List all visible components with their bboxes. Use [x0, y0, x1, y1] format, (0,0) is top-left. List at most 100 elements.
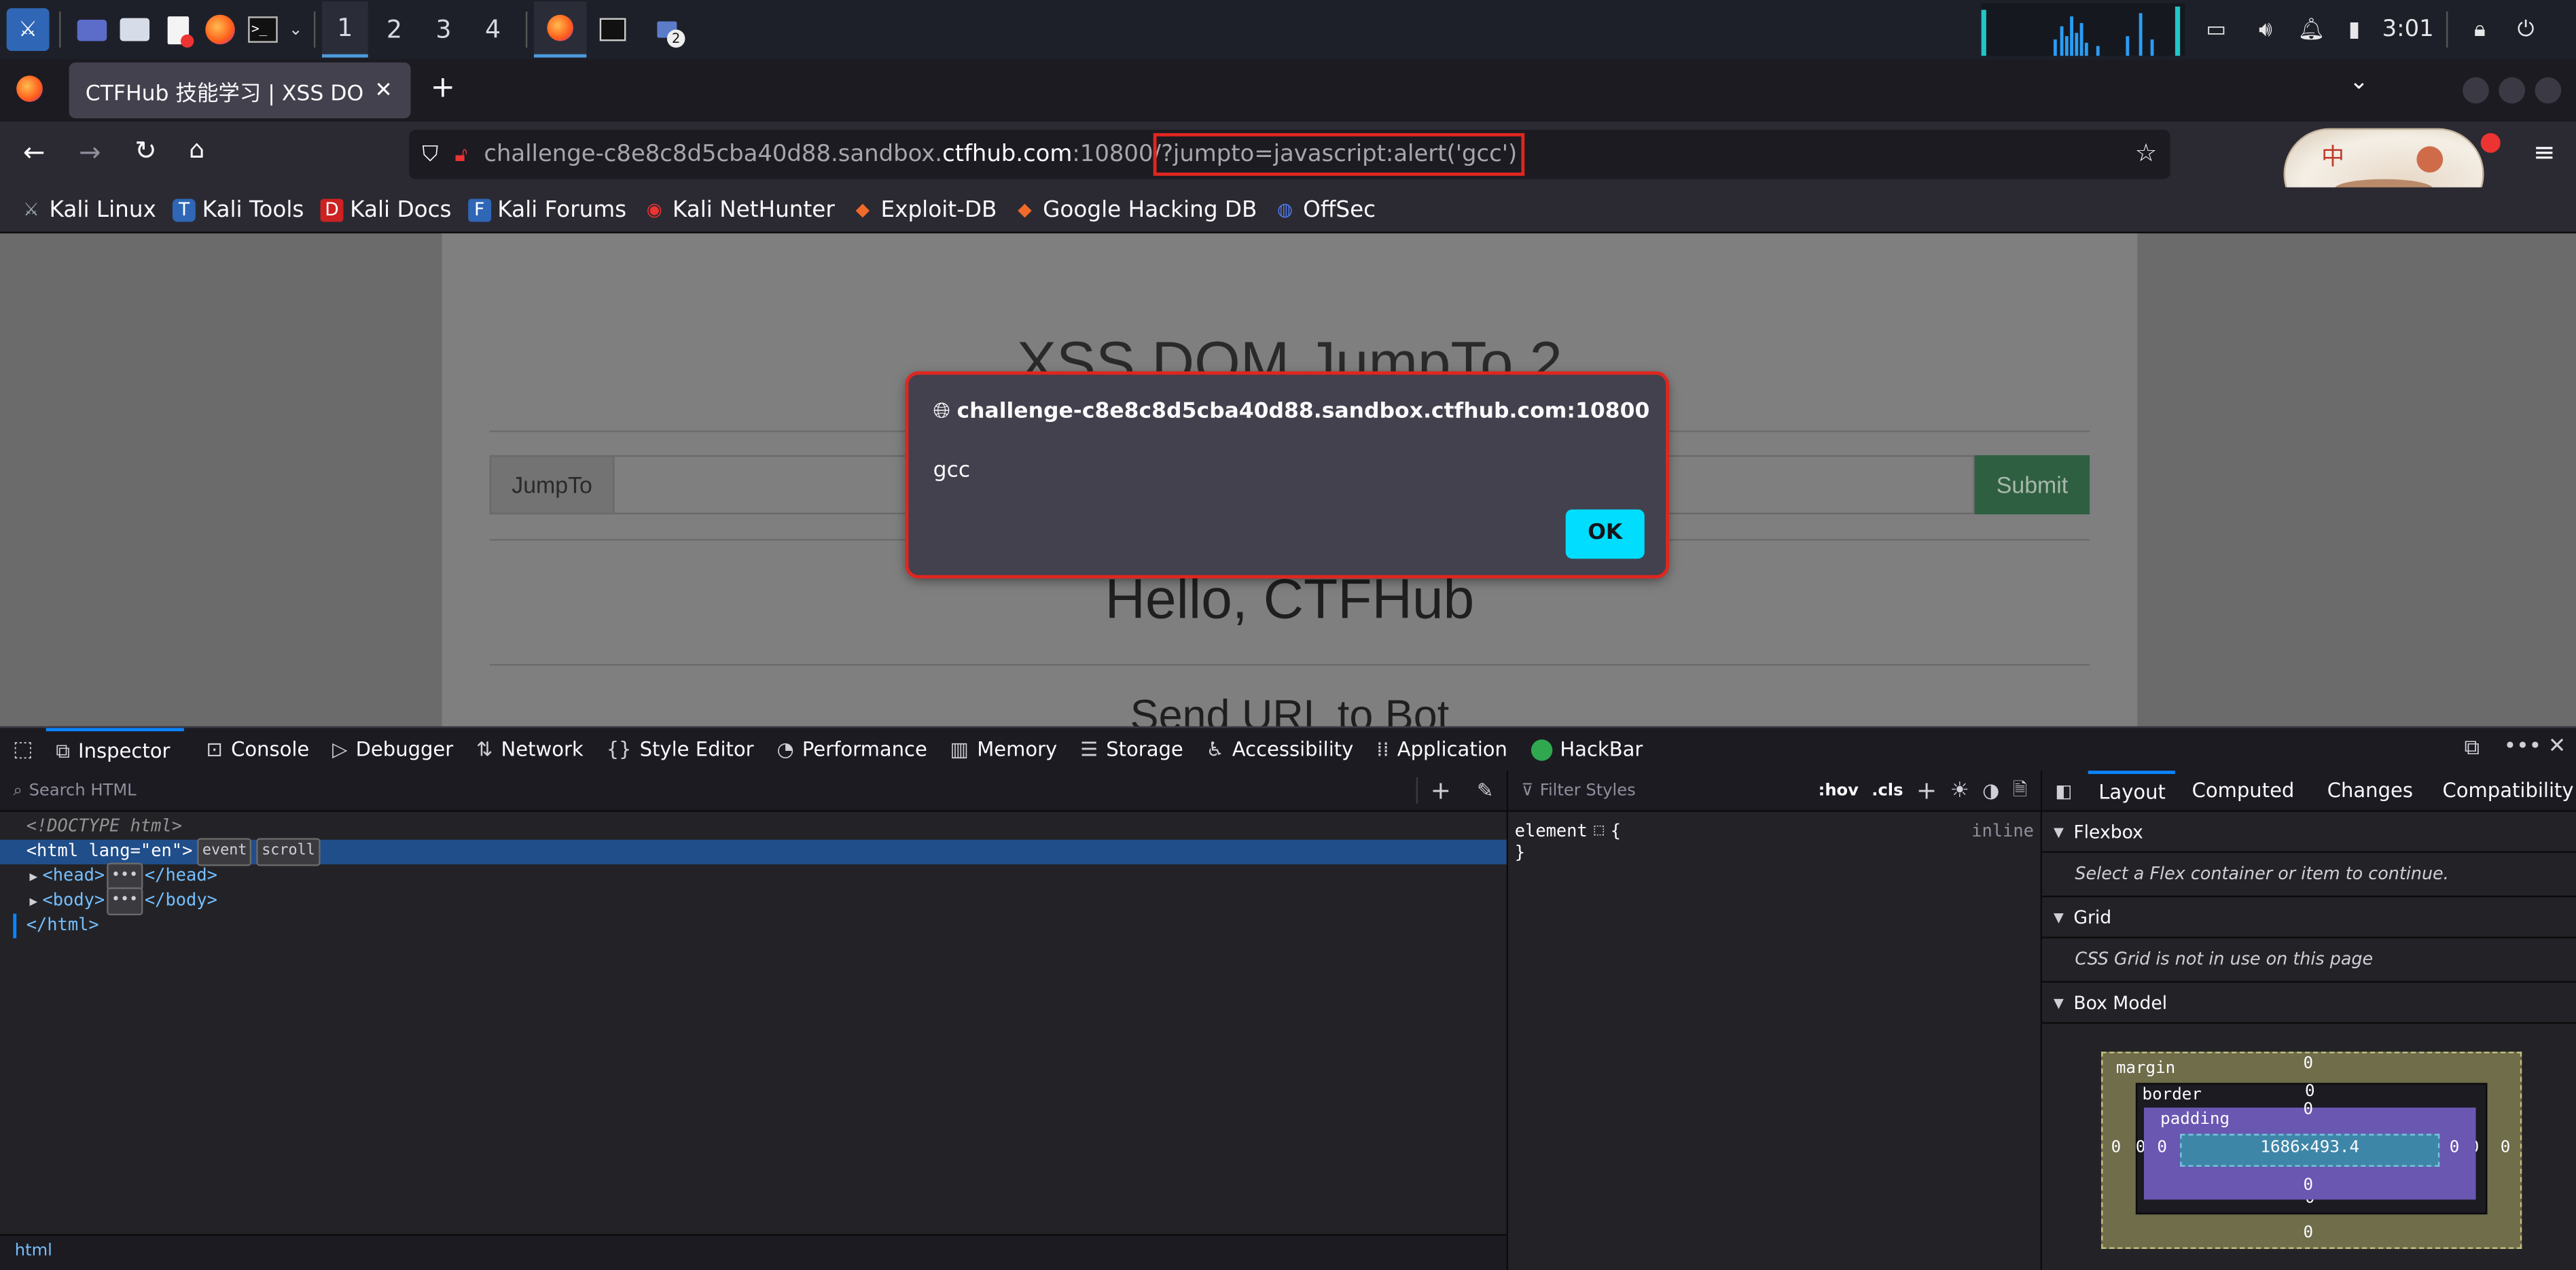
search-html-input[interactable]: Search HTML [29, 781, 1416, 800]
body-node-line[interactable]: ▶ <body> ••• </body> [0, 887, 1507, 916]
add-rule-icon[interactable]: + [1916, 775, 1937, 805]
add-node-icon[interactable]: + [1418, 775, 1464, 805]
padding-top-value[interactable]: 0 [2304, 1101, 2314, 1119]
firefox-launcher-icon[interactable] [199, 8, 242, 51]
margin-left-value[interactable]: 0 [2111, 1139, 2122, 1157]
launcher-chevron-down-icon[interactable]: ⌄ [284, 8, 307, 51]
workspace-1[interactable]: 1 [322, 1, 368, 58]
kali-menu-icon[interactable]: ⚔ [6, 8, 50, 51]
insecure-lock-icon[interactable]: 🔓︎ [454, 142, 467, 166]
print-media-icon[interactable]: 🗎︎ [2013, 775, 2027, 806]
tracking-protection-shield-icon[interactable]: ⛉ [423, 142, 439, 166]
node-highlight-icon[interactable]: ⬚ [1594, 822, 1604, 840]
head-node-line[interactable]: ▶ <head> ••• </head> [0, 862, 1507, 891]
dock-side-icon[interactable]: ⧉ [2465, 736, 2480, 760]
light-theme-icon[interactable]: ☀ [1950, 778, 1969, 802]
flexbox-section-header[interactable]: ▼ Flexbox [2042, 812, 2576, 853]
submit-button[interactable]: Submit [1974, 455, 2090, 514]
notification-window-task[interactable]: 2 [639, 1, 695, 57]
bookmark-kali-docs[interactable]: D Kali Docs [320, 196, 452, 223]
border-top-value[interactable]: 0 [2305, 1083, 2315, 1101]
tab-hackbar[interactable]: HackBar [1530, 728, 1643, 771]
bookmark-google-hacking-db[interactable]: ◆ Google Hacking DB [1014, 196, 1257, 223]
file-manager-icon[interactable] [113, 8, 156, 51]
box-model-content[interactable]: 1686×493.4 [2180, 1133, 2440, 1167]
filter-styles-input[interactable]: Filter Styles [1540, 781, 1819, 800]
firefox-window-task[interactable] [533, 1, 587, 58]
workspace-4[interactable]: 4 [470, 1, 516, 57]
boxmodel-section-header[interactable]: ▼ Box Model [2042, 983, 2576, 1024]
breadcrumb[interactable]: html [15, 1242, 52, 1260]
bookmark-kali-tools[interactable]: T Kali Tools [173, 196, 304, 223]
tab-console[interactable]: ⊡ Console [207, 728, 310, 771]
tab-memory[interactable]: ▥ Memory [950, 728, 1058, 771]
expand-triangle-icon[interactable]: ▶ [30, 889, 38, 913]
terminal-launcher-icon[interactable]: >_ [242, 8, 285, 51]
box-model-margin[interactable]: margin 0 0 0 0 border 0 0 0 0 padding 0 … [2101, 1051, 2522, 1249]
home-icon[interactable]: ⌂ [189, 135, 204, 164]
back-icon[interactable]: ← [23, 137, 45, 168]
margin-bottom-value[interactable]: 0 [2304, 1224, 2314, 1243]
new-tab-button[interactable]: + [431, 71, 456, 105]
tab-performance[interactable]: ◔ Performance [776, 728, 927, 771]
terminal-window-task[interactable] [586, 1, 639, 57]
display-icon[interactable]: ▭ [2198, 12, 2234, 48]
box-model-border[interactable]: border 0 0 0 0 padding 0 0 0 0 1686×493.… [2135, 1082, 2488, 1215]
tab-accessibility[interactable]: ♿︎ Accessibility [1206, 728, 1354, 771]
volume-icon[interactable]: 🔊︎ [2247, 12, 2283, 48]
content-size[interactable]: 1686×493.4 [2182, 1139, 2438, 1157]
clock[interactable]: 3:01 [2382, 16, 2434, 43]
padding-left-value[interactable]: 0 [2157, 1139, 2167, 1157]
extension-alert-icon[interactable] [2480, 133, 2501, 153]
firefox-view-icon[interactable] [16, 75, 43, 102]
tab-style-editor[interactable]: {} Style Editor [607, 728, 754, 771]
eyedropper-icon[interactable]: ✎ [1464, 779, 1507, 802]
margin-right-value[interactable]: 0 [2501, 1139, 2511, 1157]
window-close-button[interactable] [2535, 77, 2562, 104]
reload-icon[interactable]: ↻ [135, 135, 156, 166]
battery-icon[interactable]: ▮ [2336, 12, 2372, 48]
scroll-badge[interactable]: scroll [256, 838, 321, 866]
tab-application[interactable]: ⁞⁞ Application [1376, 728, 1507, 771]
html-node-line[interactable]: <html lang = "en" > event scroll [0, 838, 1507, 866]
bookmark-kali-forums[interactable]: F Kali Forums [467, 196, 626, 223]
expand-triangle-icon[interactable]: ▶ [30, 864, 38, 889]
tab-network[interactable]: ⇅ Network [476, 728, 584, 771]
url-text[interactable]: challenge-c8e8c8d5cba40d88.sandbox. ctfh… [484, 133, 1526, 176]
workspace-3[interactable]: 3 [421, 1, 467, 57]
padding-right-value[interactable]: 0 [2450, 1139, 2460, 1157]
doctype-line[interactable]: <!DOCTYPE html> [0, 815, 1507, 840]
bookmark-kali-nethunter[interactable]: ◉ Kali NetHunter [643, 196, 835, 223]
collapsed-ellipsis-icon[interactable]: ••• [106, 862, 143, 891]
tab-changes[interactable]: Changes [2317, 779, 2436, 802]
bookmark-exploit-db[interactable]: ◆ Exploit-DB [851, 196, 997, 223]
sidebar-toggle-icon[interactable]: ◧ [2055, 780, 2072, 801]
tab-compatibility[interactable]: Compatibility [2436, 779, 2576, 802]
tab-ctfhub[interactable]: CTFHub 技能学习 | XSS DOM ✕ [69, 62, 411, 119]
element-picker-icon[interactable]: ⬚ [0, 737, 46, 762]
tab-computed[interactable]: Computed [2175, 779, 2317, 802]
power-icon[interactable]: ⏻ [2508, 12, 2544, 48]
window-minimize-button[interactable] [2463, 77, 2489, 104]
tab-layout[interactable]: Layout [2088, 771, 2176, 810]
margin-top-value[interactable]: 0 [2304, 1055, 2314, 1074]
list-all-tabs-chevron-icon[interactable]: ⌄ [2349, 69, 2368, 96]
devtools-close-icon[interactable]: ✕ [2548, 735, 2566, 759]
tab-debugger[interactable]: ▷ Debugger [332, 728, 453, 771]
url-bar[interactable]: ⛉ 🔓︎ challenge-c8e8c8d5cba40d88.sandbox.… [409, 130, 2170, 179]
hover-pseudo-toggle[interactable]: :hov [1819, 781, 1859, 800]
dark-theme-icon[interactable]: ◑ [1982, 779, 1999, 802]
bookmark-kali-linux[interactable]: ⚔ Kali Linux [20, 196, 156, 223]
tab-close-icon[interactable]: ✕ [374, 78, 392, 103]
show-desktop-icon[interactable] [71, 8, 113, 51]
lock-screen-icon[interactable]: 🔒︎ [2462, 12, 2498, 48]
text-editor-icon[interactable] [156, 8, 199, 51]
app-menu-icon[interactable]: ≡ [2533, 137, 2555, 168]
notifications-bell-icon[interactable]: 🔔︎ [2293, 12, 2329, 48]
padding-bottom-value[interactable]: 0 [2304, 1177, 2314, 1195]
devtools-more-icon[interactable]: ••• [2504, 735, 2542, 759]
class-toggle[interactable]: .cls [1872, 781, 1903, 800]
tab-storage[interactable]: ☰ Storage [1080, 728, 1183, 771]
window-maximize-button[interactable] [2499, 77, 2526, 104]
box-model-padding[interactable]: padding 0 0 0 0 1686×493.4 [2143, 1101, 2476, 1200]
